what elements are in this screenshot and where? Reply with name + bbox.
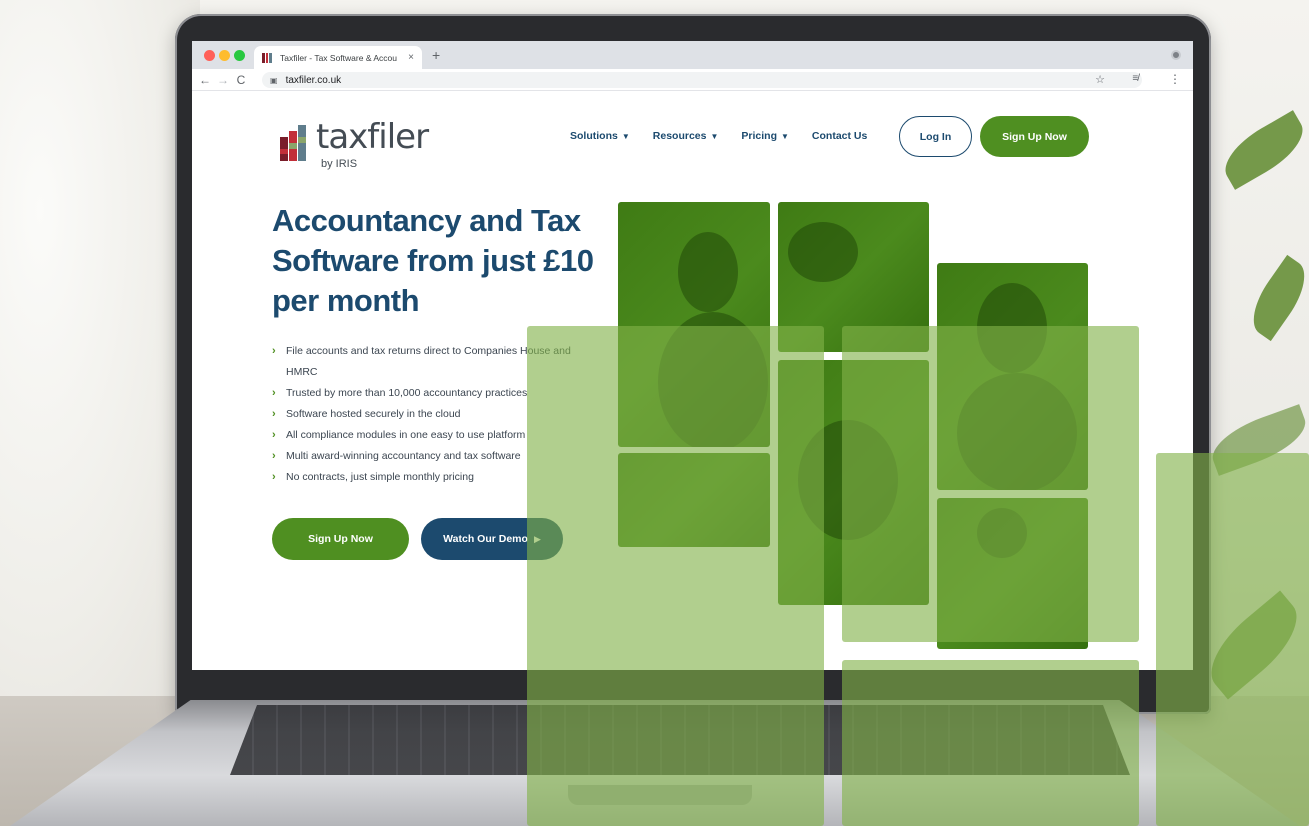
close-window-dot[interactable]	[204, 50, 215, 61]
overlay-panel	[842, 660, 1139, 826]
hero-signup-button[interactable]: Sign Up Now	[272, 518, 409, 560]
url-text: taxfiler.co.uk	[285, 74, 342, 86]
browser-address-bar: ← → C ▣ taxfiler.co.uk ☆ ≡/ ⋮	[192, 69, 1193, 91]
chevron-right-icon: ›	[272, 345, 276, 357]
browser-tab-bar: Taxfiler - Tax Software & Accou × +	[192, 41, 1193, 69]
nav-solutions[interactable]: Solutions ▼	[570, 130, 630, 142]
chevron-down-icon: ▼	[710, 132, 719, 141]
nav-resources[interactable]: Resources ▼	[653, 130, 719, 142]
overlay-panel	[842, 326, 1139, 642]
chevron-down-icon: ▼	[621, 132, 630, 141]
bookmark-star-icon[interactable]: ☆	[1095, 73, 1105, 86]
taxfiler-logo[interactable]: taxfiler by IRIS	[280, 117, 430, 175]
logo-wordmark: taxfiler	[316, 117, 429, 157]
lock-icon: ▣	[270, 75, 278, 85]
header-signup-button[interactable]: Sign Up Now	[980, 116, 1089, 157]
overlay-panel	[527, 326, 824, 826]
chevron-right-icon: ›	[272, 408, 276, 420]
chevron-right-icon: ›	[272, 450, 276, 462]
main-navigation: Solutions ▼ Resources ▼ Pricing ▼ Contact U…	[570, 130, 890, 142]
minimize-window-dot[interactable]	[219, 50, 230, 61]
login-button[interactable]: Log In	[899, 116, 972, 157]
nav-pricing[interactable]: Pricing ▼	[741, 130, 789, 142]
overlay-panel	[1156, 453, 1309, 826]
reload-icon[interactable]: C	[232, 73, 250, 87]
logo-subtitle: by IRIS	[321, 158, 358, 170]
url-field[interactable]: ▣ taxfiler.co.uk	[262, 72, 1142, 88]
reading-list-icon[interactable]: ≡/	[1132, 73, 1140, 84]
maximize-window-dot[interactable]	[234, 50, 245, 61]
tab-title: Taxfiler - Tax Software & Accou	[280, 52, 398, 63]
profile-icon[interactable]	[1171, 50, 1181, 60]
back-arrow-icon[interactable]: ←	[196, 73, 214, 87]
background-window-light	[0, 0, 200, 700]
hero-title: Accountancy and Tax Software from just £…	[272, 203, 594, 318]
taxfiler-favicon-icon	[262, 52, 273, 63]
nav-contact-us[interactable]: Contact Us	[812, 130, 867, 142]
taxfiler-logo-mark-icon	[280, 125, 306, 161]
chevron-right-icon: ›	[272, 387, 276, 399]
chevron-down-icon: ▼	[780, 132, 789, 141]
browser-tab[interactable]: Taxfiler - Tax Software & Accou ×	[254, 46, 422, 69]
browser-menu-icon[interactable]: ⋮	[1169, 72, 1181, 86]
chevron-right-icon: ›	[272, 471, 276, 483]
chevron-right-icon: ›	[272, 429, 276, 441]
close-tab-icon[interactable]: ×	[408, 52, 414, 63]
forward-arrow-icon[interactable]: →	[214, 73, 232, 87]
new-tab-icon[interactable]: +	[432, 47, 440, 63]
